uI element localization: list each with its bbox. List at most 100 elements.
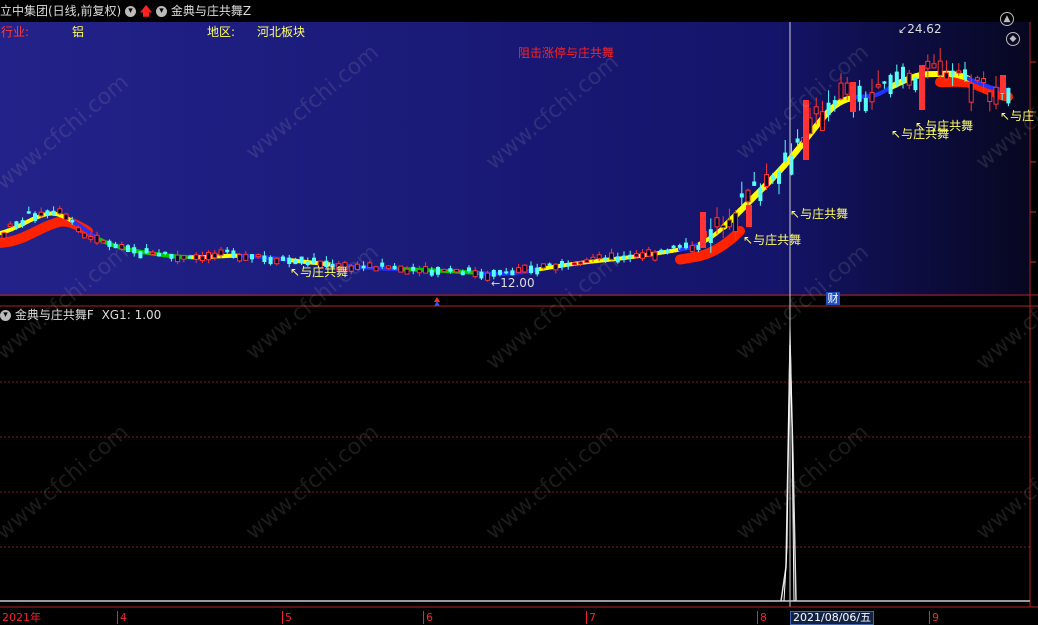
candle-body xyxy=(677,245,682,248)
candle-body xyxy=(522,264,528,273)
indicator-chart[interactable] xyxy=(0,307,1038,625)
candle-body xyxy=(436,267,440,275)
candle-body xyxy=(218,249,224,256)
candle-body xyxy=(70,220,75,223)
candle-body xyxy=(51,210,56,215)
signal-annotation: ↖与庄共舞 xyxy=(290,265,349,279)
candle-body xyxy=(665,249,670,253)
candle-body xyxy=(132,247,137,254)
candle-body xyxy=(33,213,37,221)
indicator-dropdown-icon[interactable]: ▾ xyxy=(156,6,168,17)
candle-body xyxy=(603,257,608,261)
candle-body xyxy=(392,265,397,270)
candle-body xyxy=(943,72,949,80)
high-price-marker: ↙24.62 xyxy=(898,22,942,36)
candle-body xyxy=(199,255,205,262)
candle-body xyxy=(571,262,577,266)
candle-body xyxy=(906,72,912,86)
stock-title-bar[interactable]: 立中集团(日线,前复权) ▾ 🡅 ▾ 金典与庄共舞Z xyxy=(0,4,251,18)
candle-body xyxy=(467,267,471,272)
cursor-date: 2021/08/06/五 xyxy=(790,611,875,625)
candle-body xyxy=(416,269,422,274)
candle-body xyxy=(175,254,181,263)
candle-body xyxy=(45,210,50,216)
candle-body xyxy=(739,193,744,198)
candle-body xyxy=(609,252,615,261)
candle-body xyxy=(726,219,732,228)
candle-body xyxy=(832,100,837,105)
candle-body xyxy=(819,111,825,131)
candle-body xyxy=(974,77,980,81)
candle-body xyxy=(404,268,410,275)
candle-body xyxy=(659,249,664,253)
candle-body xyxy=(720,225,726,229)
candle-body xyxy=(956,70,962,74)
candle-body xyxy=(968,82,974,103)
indicator-name[interactable]: 金典与庄共舞Z xyxy=(171,4,251,18)
candle-body xyxy=(188,256,192,259)
low-price-marker: ←12.00 xyxy=(491,276,535,290)
signal-annotation-truncated: ↖与庄 xyxy=(1000,109,1035,123)
candle-body xyxy=(901,66,905,83)
candle-body xyxy=(888,74,893,94)
candle-body xyxy=(498,270,502,275)
candle-body-strong xyxy=(746,205,752,227)
candle-body xyxy=(578,261,584,265)
candle-body xyxy=(745,189,751,203)
candle-body xyxy=(566,263,571,267)
candle-body xyxy=(157,253,161,257)
candle-body xyxy=(243,253,249,261)
candle-body xyxy=(354,263,360,270)
candle-body xyxy=(262,255,267,262)
candle-body xyxy=(540,263,546,269)
dropdown-circle-icon[interactable]: ▾ xyxy=(125,6,137,17)
signal-annotation: ↖与庄共舞 xyxy=(743,233,802,247)
candle-body-strong xyxy=(700,212,706,248)
candle-body xyxy=(293,259,298,265)
candle-body xyxy=(20,220,25,227)
window-controls: ▲ ◆ xyxy=(1000,6,1038,46)
candle-body xyxy=(26,211,31,214)
signal-annotation-text: 与庄共舞 xyxy=(925,119,974,133)
finance-badge[interactable]: 财 xyxy=(826,292,840,305)
signal-annotation-text: 与庄共舞 xyxy=(800,207,849,221)
candle-body xyxy=(119,244,125,250)
candle-body xyxy=(770,175,775,180)
candle-body-strong xyxy=(850,82,856,112)
candle-body xyxy=(553,263,559,271)
candle-body xyxy=(225,249,230,253)
candle-body xyxy=(931,63,937,69)
candle-body xyxy=(380,262,385,267)
candle-body xyxy=(529,265,533,273)
candle-body xyxy=(181,255,187,260)
up-arrow-icon: 🡅 xyxy=(139,4,153,18)
region-value: 河北板块 xyxy=(257,25,306,39)
candle-body xyxy=(94,234,100,244)
candle-body xyxy=(441,268,447,272)
main-chart-panel[interactable]: 立中集团(日线,前复权) ▾ 🡅 ▾ 金典与庄共舞Z ▲ ◆ 行业: 铝 地区:… xyxy=(0,0,1038,307)
candle-body xyxy=(777,171,781,184)
candle-body xyxy=(813,106,819,115)
candle-body xyxy=(863,97,868,112)
candle-body xyxy=(385,265,391,269)
candle-body xyxy=(547,263,552,266)
candle-body xyxy=(231,250,236,257)
candle-body xyxy=(454,268,460,273)
candle-body xyxy=(869,91,875,103)
candle-body xyxy=(633,253,639,258)
low-price-value: 12.00 xyxy=(500,276,535,290)
candle-body xyxy=(82,232,88,239)
candle-body xyxy=(38,211,44,217)
candle-body xyxy=(163,251,168,254)
collapse-icon[interactable]: ▲ xyxy=(1000,12,1014,26)
expand-icon[interactable]: ◆ xyxy=(1006,32,1020,46)
region-label: 地区: xyxy=(207,25,236,39)
signal-annotation-text: 与庄 xyxy=(1010,109,1035,123)
candle-body xyxy=(281,256,285,261)
candle-body xyxy=(126,245,130,252)
candle-body xyxy=(882,81,887,84)
candle-body xyxy=(88,236,94,240)
candle-body xyxy=(57,208,63,215)
candle-body xyxy=(937,60,943,76)
signal-annotation-text: 与庄共舞 xyxy=(753,233,802,247)
